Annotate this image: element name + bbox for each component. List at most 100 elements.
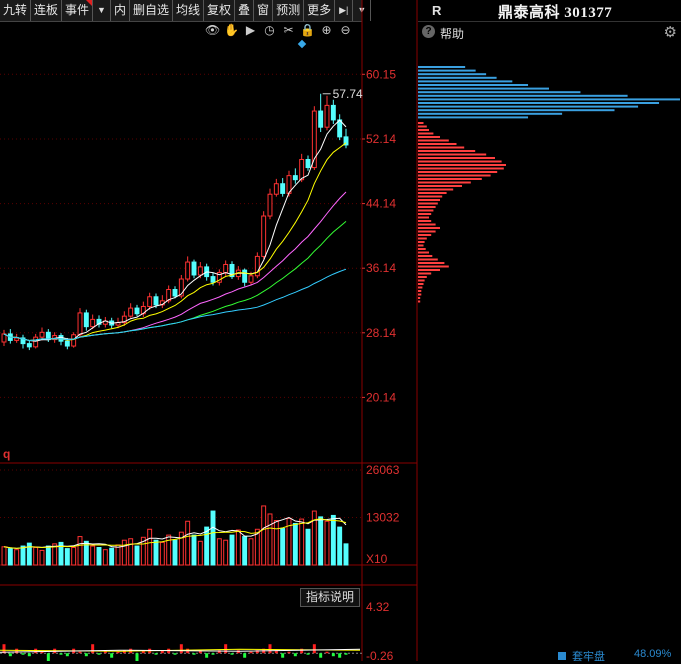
chip-bar-upper [418,109,615,112]
chip-bar-lower [418,297,421,299]
candle-body [273,183,279,195]
chip-label: 套牢盘 [572,651,605,663]
high-marker-label: 57.74 [333,87,363,101]
indicator-bar [110,653,114,658]
chip-bar-lower [418,248,426,250]
chip-bar-lower [418,122,424,124]
candle-body [305,158,311,169]
indicator-bar [46,653,50,661]
chip-bar-lower [418,213,432,215]
volume-bar [242,536,248,566]
candle-body [191,261,197,276]
candle-body [267,193,273,217]
chip-bar-lower [418,202,438,205]
chip-bar-lower [418,129,429,131]
indicator-bar [236,650,240,654]
chip-bar-upper [418,69,476,72]
chip-bar-lower [418,216,429,219]
candle-body [83,312,89,328]
candle-body [197,266,203,276]
volume-bar [77,536,83,566]
indicator-bar [249,651,253,654]
indicator-bar [192,653,196,655]
indicator-bar [135,653,139,661]
chip-bar-lower [418,290,422,292]
candle-body [71,334,77,347]
price-tick-label: 36.14 [366,261,396,275]
chip-bar-lower [418,283,424,285]
chip-bar-lower [418,181,471,184]
ma10-line [3,142,347,342]
chip-bar-lower [418,220,432,222]
indicator-bar [15,648,19,654]
volume-bar [121,539,127,566]
price-tick-label: 44.14 [366,197,396,211]
chip-value: 48.09% [634,648,672,660]
chip-bar-lower [418,237,427,240]
volume-bar [115,544,121,566]
indicator-tick-top: 4.32 [366,600,390,614]
indicator-help-button[interactable]: 指标说明 [300,588,360,607]
candle-body [64,340,70,347]
candle-body [153,296,159,306]
volume-bar [343,543,349,566]
chip-bar-lower [418,209,434,212]
indicator-bar [154,653,158,655]
volume-bar [14,549,20,566]
chip-bar-upper [418,76,497,79]
chip-bar-upper [418,80,513,83]
candle-body [299,158,305,181]
volume-bar [7,548,13,566]
chip-bar-lower [418,146,465,149]
volume-bar [1,546,7,566]
volume-bar [39,549,45,566]
chip-bar-upper [418,98,680,101]
chip-bar-lower [418,164,506,166]
chip-bar-upper [418,105,639,108]
indicator-bar [325,651,329,654]
volume-bar [109,547,115,566]
chip-bar-lower [418,293,422,296]
chip-bar-lower [418,143,457,145]
price-tick-label: 20.14 [366,390,396,404]
chip-bar-lower [418,178,482,180]
volume-bar [223,539,229,566]
volume-bar [267,513,273,566]
chip-bar-lower [418,192,447,194]
chip-bar-lower [418,157,495,159]
chip-bar-lower [418,265,449,268]
volume-unit-label: X10 [366,552,388,566]
candle-body [185,261,191,280]
indicator-bar [91,644,95,654]
indicator-bar [287,651,291,654]
volume-bar [292,522,298,566]
chip-bar-upper [418,112,563,115]
candle-body [14,337,20,341]
chip-bar-upper [418,84,529,86]
volume-bar [166,534,172,566]
candle-body [318,110,324,128]
indicator-bar [306,653,310,655]
indicator-bar [344,653,348,655]
volume-bar [280,528,286,566]
candle-body [292,175,298,181]
chip-bar-lower [418,258,438,261]
volume-bar [299,518,305,566]
chip-bar-lower [418,171,498,173]
indicator-bar [331,653,335,657]
volume-bar [71,547,77,566]
ma5-line [3,119,347,342]
volume-bar [185,520,191,566]
price-tick-label: 28.14 [366,326,396,340]
indicator-bar [243,653,247,658]
volume-bar [64,548,70,566]
volume-bar [197,540,203,566]
candle-body [26,343,32,348]
volume-tick-label: 26063 [366,463,400,477]
kline-chart[interactable]: 60.15 52.14 44.14 36.14 28.14 20.14 q 57.74 2606… [0,0,681,661]
panel-marker: q [3,447,10,461]
indicator-bar [27,653,31,657]
volume-bar [96,547,102,566]
chip-bar-lower [418,286,423,289]
volume-bar [102,549,108,566]
